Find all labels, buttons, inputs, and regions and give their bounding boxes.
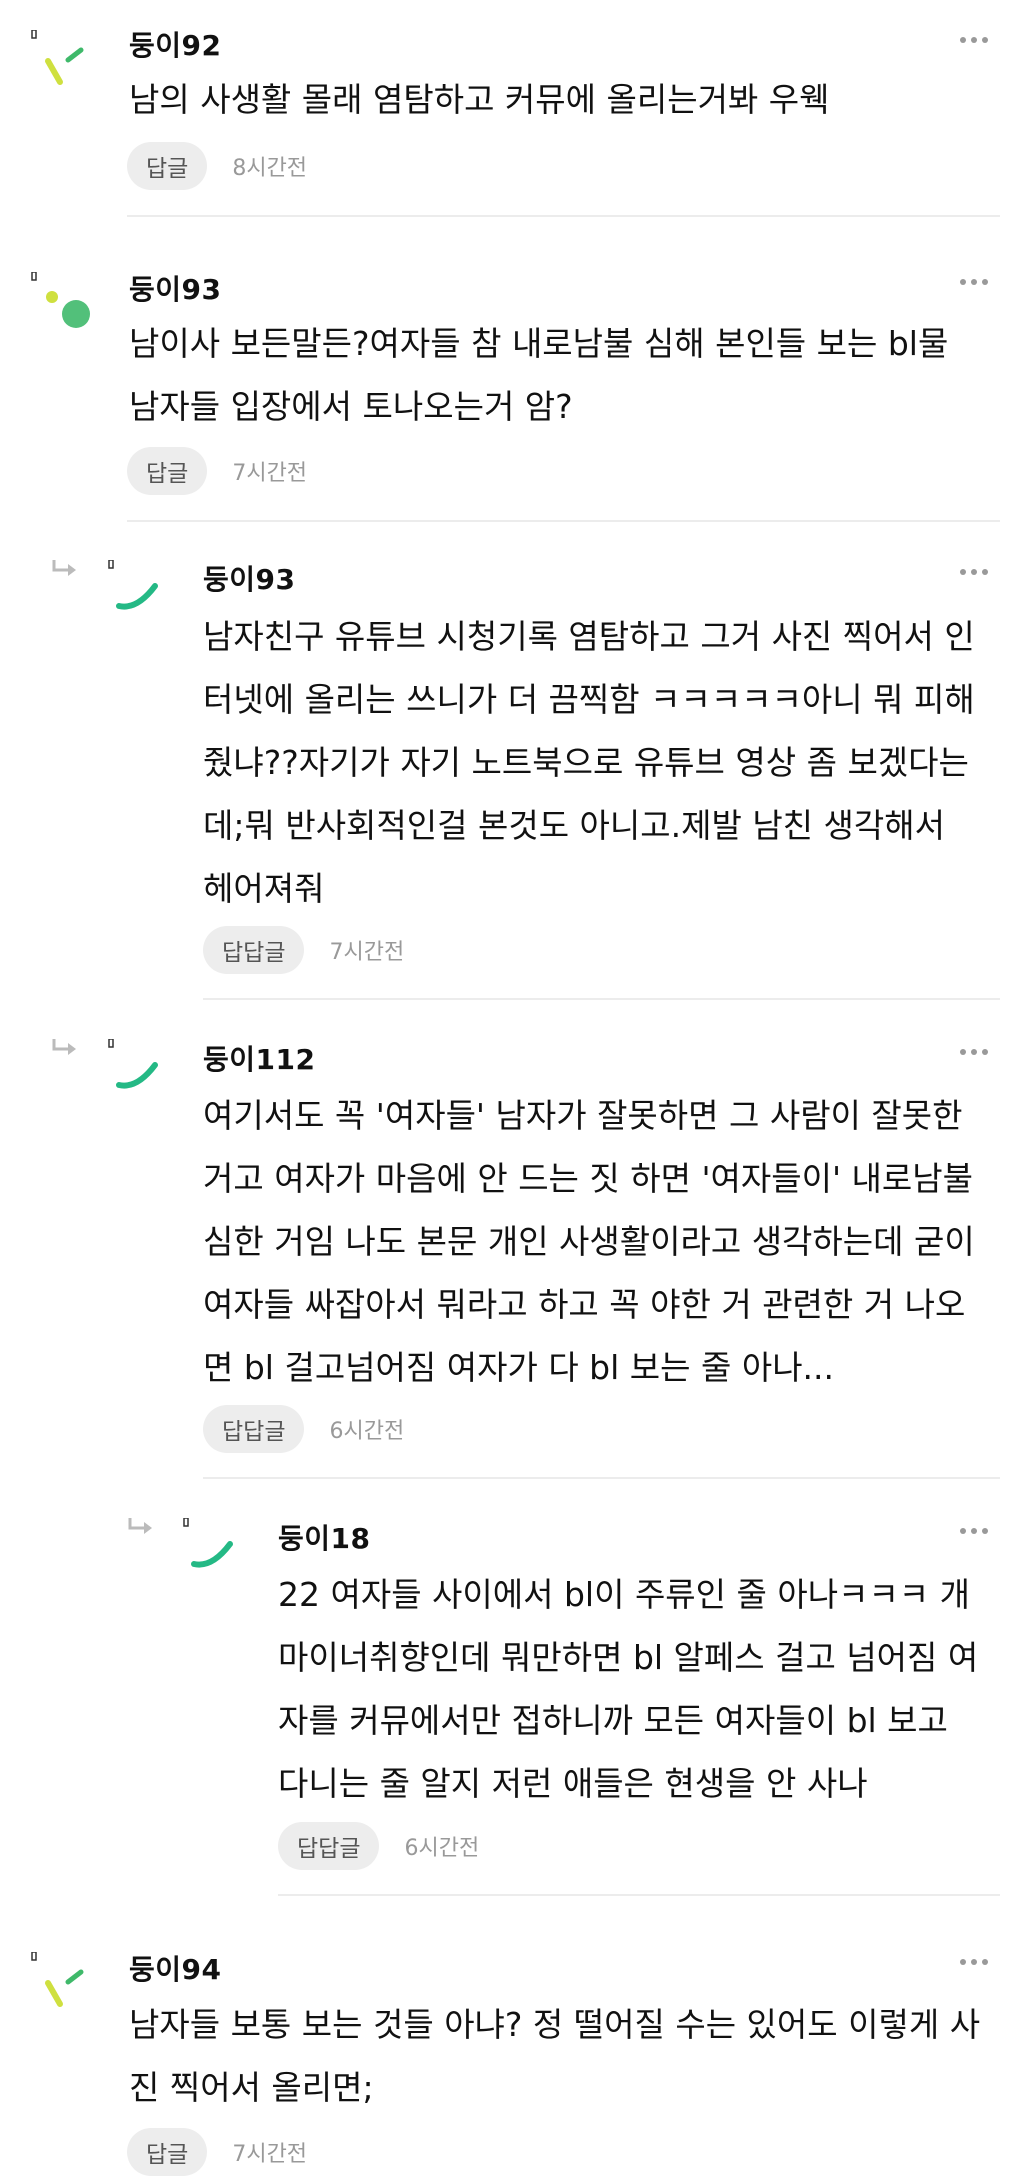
comment-nickname[interactable]: 둥이92 — [129, 24, 222, 64]
divider — [203, 1477, 1000, 1479]
comment-time: 7시간전 — [232, 461, 308, 486]
avatar[interactable] — [30, 30, 90, 90]
avatar[interactable] — [107, 1039, 167, 1099]
avatar-icon — [183, 1518, 233, 1568]
comment-nickname[interactable]: 둥이112 — [203, 1038, 315, 1078]
avatar[interactable] — [30, 1952, 90, 2012]
reply-arrow-icon — [126, 1516, 158, 1540]
comment-meta: 답글 7시간전 — [127, 447, 307, 495]
more-horizontal-icon — [960, 1528, 988, 1534]
reply-button[interactable]: 답답글 — [203, 926, 305, 974]
avatar-icon — [108, 1039, 158, 1089]
comment-time: 6시간전 — [404, 1836, 480, 1861]
comment-text: 여기서도 꼭 '여자들' 남자가 잘못하면 그 사람이 잘못한 거고 여자가 마… — [203, 1096, 975, 1387]
comment-nickname[interactable]: 둥이94 — [129, 1948, 222, 1988]
reply-button[interactable]: 답글 — [127, 142, 208, 190]
more-horizontal-icon — [960, 279, 988, 285]
more-horizontal-icon — [960, 1959, 988, 1965]
avatar[interactable] — [30, 272, 90, 332]
divider — [127, 520, 1000, 522]
comment-meta: 답답글 6시간전 — [278, 1822, 479, 1870]
comment-text: 남자들 보통 보는 것들 아냐? 정 떨어질 수는 있어도 이렇게 사진 찍어서… — [129, 2005, 981, 2107]
more-options-button[interactable] — [956, 270, 992, 294]
comment-meta: 답답글 7시간전 — [203, 926, 404, 974]
comment-text: 남자친구 유튜브 시청기록 염탐하고 그거 사진 찍어서 인터넷에 올리는 쓰니… — [203, 617, 975, 908]
comment-meta: 답답글 6시간전 — [203, 1405, 404, 1453]
comment-time: 7시간전 — [329, 940, 405, 965]
comment-nickname[interactable]: 둥이93 — [129, 268, 222, 308]
reply-button[interactable]: 답답글 — [203, 1405, 305, 1453]
more-horizontal-icon — [960, 37, 988, 43]
reply-button[interactable]: 답글 — [127, 2128, 208, 2176]
reply-button[interactable]: 답글 — [127, 447, 208, 495]
comment-meta: 답글 7시간전 — [127, 2128, 307, 2176]
comment-text: 22 여자들 사이에서 bl이 주류인 줄 아나ㅋㅋㅋ 개 마이너취향인데 뭐만… — [278, 1575, 979, 1803]
comment-text: 남이사 보든말든?여자들 참 내로남불 심해 본인들 보는 bl물 남자들 입장… — [129, 324, 949, 426]
reply-arrow-icon — [50, 558, 82, 582]
comment-time: 8시간전 — [232, 156, 308, 181]
reply-button[interactable]: 답답글 — [278, 1822, 380, 1870]
comment-nickname[interactable]: 둥이18 — [278, 1517, 371, 1557]
avatar[interactable] — [182, 1518, 242, 1578]
avatar-icon — [31, 272, 90, 328]
comment-text: 남의 사생활 몰래 염탐하고 커뮤에 올리는거봐 우웩 — [129, 80, 830, 119]
more-options-button[interactable] — [956, 1040, 992, 1064]
more-horizontal-icon — [960, 569, 988, 575]
comment-meta: 답글 8시간전 — [127, 142, 307, 190]
more-options-button[interactable] — [956, 28, 992, 52]
avatar-icon — [31, 30, 84, 85]
avatar-icon — [108, 560, 158, 610]
divider — [278, 1894, 1000, 1896]
more-options-button[interactable] — [956, 1519, 992, 1543]
divider — [127, 215, 1000, 217]
divider — [203, 998, 1000, 1000]
avatar[interactable] — [107, 560, 167, 620]
avatar-icon — [31, 1952, 84, 2007]
comment-nickname[interactable]: 둥이93 — [203, 558, 296, 598]
reply-arrow-icon — [50, 1037, 82, 1061]
comment-time: 6시간전 — [329, 1419, 405, 1444]
comment-time: 7시간전 — [232, 2142, 308, 2167]
more-options-button[interactable] — [956, 1950, 992, 1974]
more-horizontal-icon — [960, 1049, 988, 1055]
more-options-button[interactable] — [956, 560, 992, 584]
